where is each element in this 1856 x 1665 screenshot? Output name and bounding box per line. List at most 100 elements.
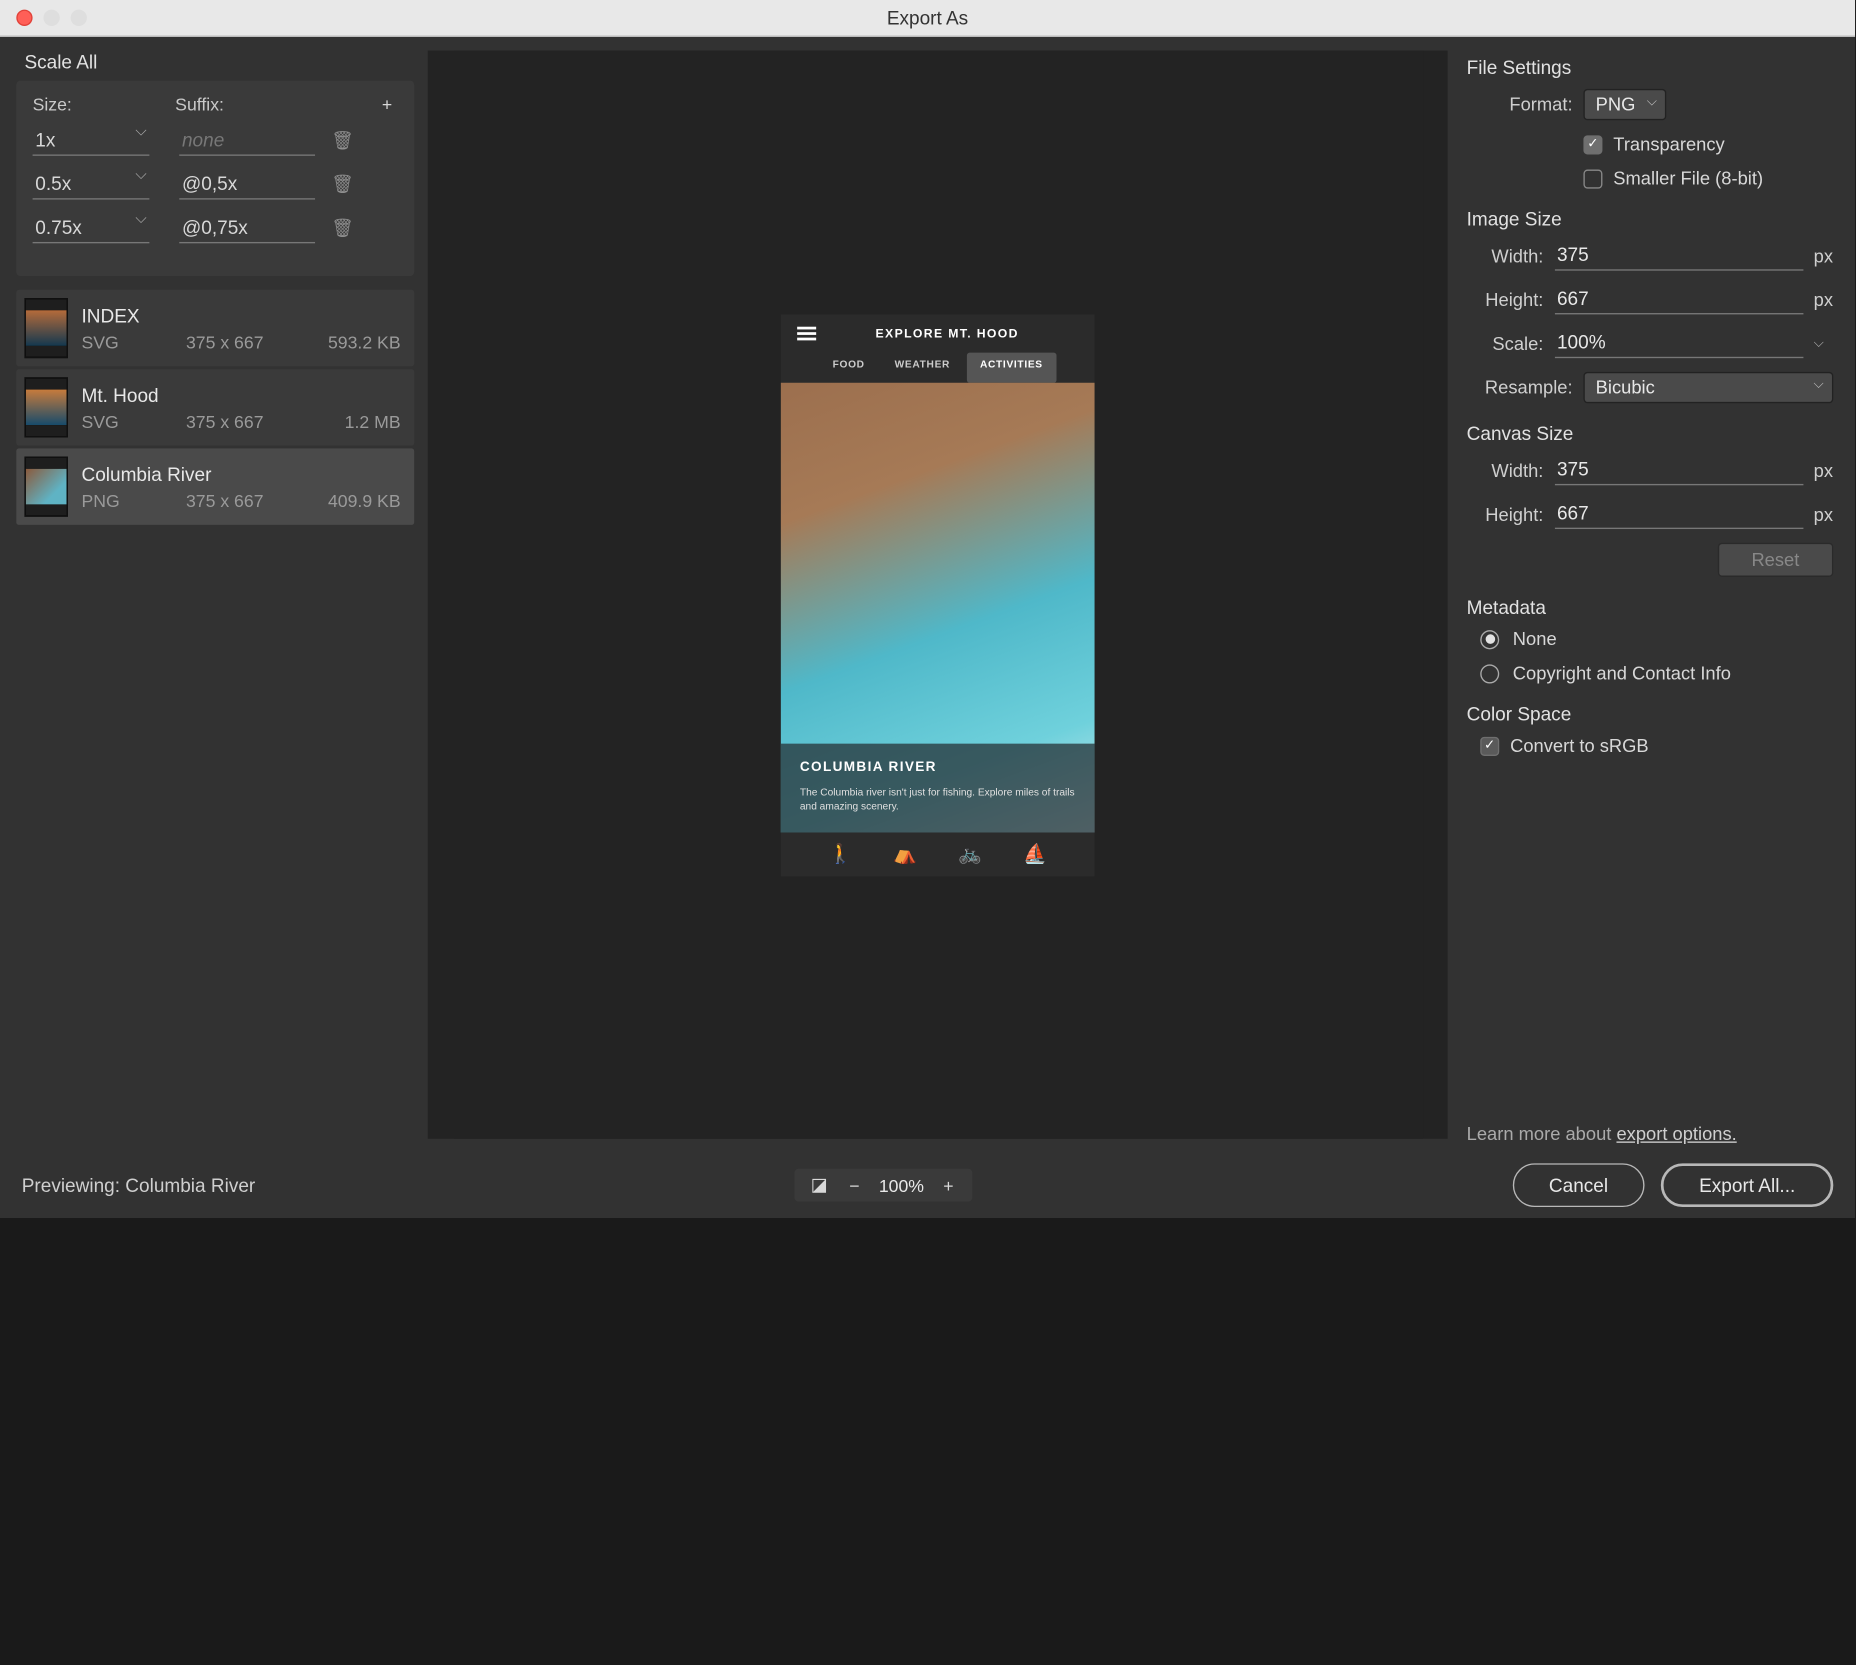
height-label: Height: [1467, 504, 1544, 525]
artboard-thumbnail [24, 457, 67, 517]
image-size-title: Image Size [1467, 208, 1834, 230]
size-header-label: Size: [33, 95, 176, 116]
right-column: File Settings Format: PNG ✓ Transparency… [1448, 37, 1855, 1152]
canvas-width-input[interactable] [1554, 456, 1803, 486]
dialog-body: Scale All Size: Suffix: + 1x 🗑 0.5x 🗑 [0, 37, 1855, 1152]
artboard-list-item[interactable]: Mt. Hood SVG 375 x 667 1.2 MB [16, 370, 414, 447]
minimize-window-button [43, 10, 59, 26]
suffix-input[interactable] [179, 126, 315, 156]
canvas-height-row: Height: px [1467, 499, 1834, 529]
artboard-size: 409.9 KB [306, 491, 401, 512]
scale-row: 1x 🗑 [33, 126, 398, 156]
artboard-list-item[interactable]: INDEX SVG 375 x 667 593.2 KB [16, 290, 414, 367]
artboard-info: Mt. Hood SVG 375 x 667 1.2 MB [81, 384, 400, 432]
scale-chevron-icon[interactable]: ⌵ [1814, 336, 1834, 351]
format-select[interactable]: PNG [1583, 89, 1666, 120]
export-as-dialog: Export As Scale All Size: Suffix: + 1x 🗑… [0, 0, 1855, 1218]
artboard-list-item[interactable]: Columbia River PNG 375 x 667 409.9 KB [16, 449, 414, 526]
format-row: Format: PNG [1467, 89, 1834, 120]
artboard-list: INDEX SVG 375 x 667 593.2 KB Mt. Hood SV… [16, 290, 414, 528]
preview-stage: EXPLORE MT. HOOD FOOD WEATHER ACTIVITIES… [453, 51, 1423, 1139]
srgb-checkbox[interactable]: ✓ [1480, 737, 1499, 756]
reset-button[interactable]: Reset [1717, 543, 1833, 577]
device-bottom-nav: 🚶 ⛺ 🚲 ⛵ [781, 832, 1095, 876]
artboard-size: 1.2 MB [306, 411, 401, 432]
titlebar: Export As [0, 0, 1855, 37]
artboard-meta: SVG 375 x 667 593.2 KB [81, 332, 400, 353]
previewing-name: Columbia River [125, 1175, 255, 1197]
artboard-dims: 375 x 667 [144, 491, 306, 512]
suffix-header-label: Suffix: [175, 95, 376, 116]
add-scale-button[interactable]: + [376, 95, 398, 116]
artboard-thumbnail [24, 299, 67, 359]
device-tab: FOOD [819, 353, 878, 383]
transparency-checkbox[interactable]: ✓ [1583, 135, 1602, 154]
width-label: Width: [1467, 246, 1544, 267]
device-caption: COLUMBIA RIVER The Columbia river isn't … [781, 744, 1095, 832]
fit-to-screen-icon[interactable]: ◪ [808, 1175, 830, 1197]
scale-header-row: Size: Suffix: + [33, 95, 398, 116]
suffix-input[interactable] [179, 170, 315, 200]
previewing-label: Previewing: Columbia River [22, 1175, 256, 1197]
artboard-meta: PNG 375 x 667 409.9 KB [81, 491, 400, 512]
srgb-label: Convert to sRGB [1510, 736, 1649, 757]
zoom-out-button[interactable]: − [844, 1175, 866, 1196]
zoom-in-button[interactable]: + [938, 1175, 960, 1196]
bike-icon: 🚲 [958, 843, 982, 866]
metadata-none-label: None [1513, 629, 1557, 650]
suffix-input[interactable] [179, 214, 315, 244]
camp-icon: ⛺ [893, 843, 917, 866]
resample-select[interactable]: Bicubic [1583, 372, 1833, 403]
height-label: Height: [1467, 290, 1544, 311]
export-all-button[interactable]: Export All... [1661, 1164, 1833, 1208]
left-column: Scale All Size: Suffix: + 1x 🗑 0.5x 🗑 [0, 37, 428, 1152]
close-window-button[interactable] [16, 10, 32, 26]
dialog-footer: Previewing: Columbia River ◪ − 100% + Ca… [0, 1153, 1855, 1218]
device-tabs: FOOD WEATHER ACTIVITIES [781, 353, 1095, 383]
zoom-value: 100% [879, 1175, 924, 1196]
image-scale-input[interactable] [1554, 329, 1803, 359]
transparency-row: ✓ Transparency [1467, 134, 1834, 155]
dialog-title: Export As [0, 7, 1855, 29]
trash-icon[interactable]: 🗑 [331, 174, 353, 196]
footer-actions: Cancel Export All... [1512, 1164, 1833, 1208]
window-traffic-lights [16, 10, 87, 26]
artboard-thumbnail [24, 378, 67, 438]
artboard-dims: 375 x 667 [144, 332, 306, 353]
smaller-file-checkbox[interactable] [1583, 169, 1602, 188]
learn-more: Learn more about export options. [1467, 1113, 1834, 1153]
format-label: Format: [1467, 95, 1573, 116]
metadata-none-radio[interactable] [1480, 630, 1499, 649]
artboard-name: INDEX [81, 305, 400, 327]
learn-more-link[interactable]: export options. [1616, 1124, 1736, 1145]
image-height-input[interactable] [1554, 285, 1803, 315]
color-space-title: Color Space [1467, 703, 1834, 725]
zoom-controls: ◪ − 100% + [795, 1169, 973, 1202]
canvas-reset-row: Reset [1467, 543, 1834, 577]
trash-icon[interactable]: 🗑 [331, 130, 353, 152]
artboard-name: Columbia River [81, 463, 400, 485]
artboard-size: 593.2 KB [306, 332, 401, 353]
preview-area: EXPLORE MT. HOOD FOOD WEATHER ACTIVITIES… [428, 51, 1448, 1139]
cancel-button[interactable]: Cancel [1512, 1164, 1645, 1208]
device-header: EXPLORE MT. HOOD [781, 314, 1095, 352]
canvas-width-row: Width: px [1467, 456, 1834, 486]
scale-select[interactable]: 0.75x [33, 214, 150, 244]
image-width-row: Width: px [1467, 241, 1834, 271]
px-unit: px [1814, 461, 1834, 482]
hamburger-icon [797, 327, 816, 341]
image-width-input[interactable] [1554, 241, 1803, 271]
scale-all-panel: Size: Suffix: + 1x 🗑 0.5x 🗑 0.75x [16, 81, 414, 276]
artboard-meta: SVG 375 x 667 1.2 MB [81, 411, 400, 432]
scale-select[interactable]: 0.5x [33, 170, 150, 200]
scale-select[interactable]: 1x [33, 126, 150, 156]
zoom-window-button [71, 10, 87, 26]
sail-icon: ⛵ [1023, 843, 1047, 866]
scale-row: 0.75x 🗑 [33, 214, 398, 244]
metadata-copyright-radio[interactable] [1480, 664, 1499, 683]
canvas-size-title: Canvas Size [1467, 423, 1834, 445]
canvas-height-input[interactable] [1554, 499, 1803, 529]
file-settings-title: File Settings [1467, 57, 1834, 79]
trash-icon[interactable]: 🗑 [331, 218, 353, 240]
previewing-prefix: Previewing: [22, 1175, 126, 1197]
